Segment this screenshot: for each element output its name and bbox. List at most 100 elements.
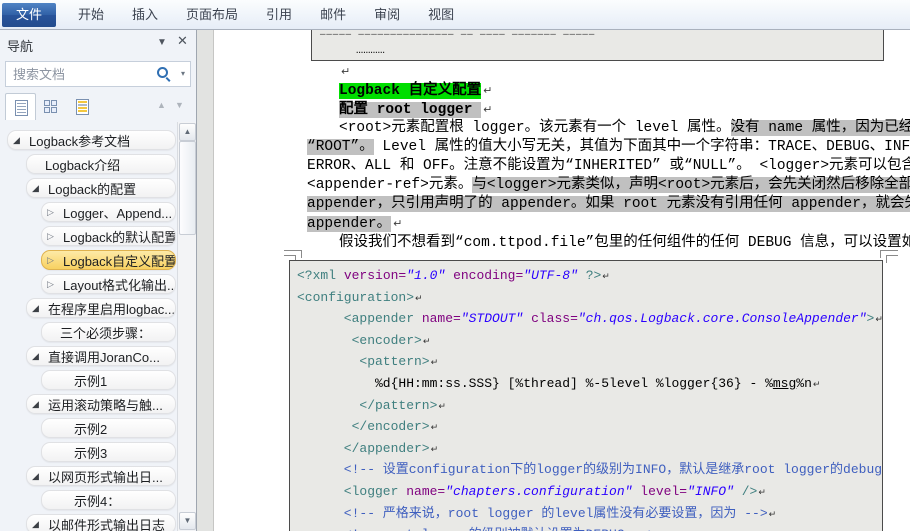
document-page[interactable]: ───── ─────────────── ── ──── ─────── ──… [213,30,910,531]
scrollbar-thumb[interactable] [179,141,196,235]
body-text-line: “ROOT”。 Level 属性的值大小写无关，其值为下面其中一个字符串：TRA… [307,138,910,157]
nav-tree-item[interactable]: 示例4： [41,490,176,510]
scroll-up-icon[interactable]: ▲ [179,123,196,141]
tab-browse-pages[interactable] [36,93,67,120]
tag-token: <logger [344,484,406,499]
search-icon[interactable] [157,67,168,78]
text-segment: appender，只引用声明了的 appender。如果 root 元素没有引用… [307,196,910,212]
ribbon-tab-7[interactable]: 视图 [414,2,468,28]
body-text-line: ERROR、ALL 和 OFF。注意不能设置为“INHERITED” 或“NUL… [307,157,910,176]
nav-tree-item[interactable]: ◢以邮件形式输出日志 [26,514,176,531]
nav-item-label: Layout格式化输出... [61,275,175,294]
nav-tree-item[interactable]: ▷Layout格式化输出... [41,274,176,294]
tag-token: /> [734,484,757,499]
eol-mark: ↵ [768,510,777,520]
nav-tree-item[interactable]: ▷Logger、Append... [41,202,176,222]
text-segment: <root>元素配置根 logger。该元素有一个 level 属性。 [339,120,731,136]
tab-browse-headings[interactable] [5,93,36,120]
expand-icon[interactable]: ▷ [42,231,61,242]
collapse-icon[interactable]: ◢ [27,471,46,482]
collapse-icon[interactable]: ◢ [27,303,46,314]
nav-tree-item[interactable]: 三个必须步骤： [41,322,176,342]
ribbon-tab-3[interactable]: 页面布局 [172,2,252,28]
eol-mark: ↵ [414,294,423,304]
nav-tree-item[interactable]: ◢在程序里启用logbac... [26,298,176,318]
expand-icon[interactable]: ▷ [42,279,61,290]
nav-tree-item[interactable]: ◢直接调用JoranCo... [26,346,176,366]
val-token: "INFO" [687,484,734,499]
tab-browse-results[interactable] [67,93,98,120]
nav-tree-item[interactable]: ◢运用滚动策略与触... [26,394,176,414]
text-segment: ERROR、ALL 和 OFF。注意不能设置为“INHERITED” 或“NUL… [307,158,910,174]
tag-token: <pattern> [359,354,429,369]
search-box[interactable]: ▾ [5,61,191,87]
tag-token: <encoder> [352,333,422,348]
pilcrow-mark: ↵ [339,65,350,78]
nav-item-label: Logback的默认配置 [61,227,175,246]
nav-item-label: 示例3 [42,443,107,462]
pilcrow-mark: ↵ [481,84,492,97]
code-line: <appender name="STDOUT" class="ch.qos.Lo… [290,309,882,331]
expand-icon[interactable]: ▷ [42,207,61,218]
nav-item-label: 以网页形式输出日... [46,467,163,486]
nav-item-label: Logback介绍 [27,155,120,174]
ribbon-tab-4[interactable]: 引用 [252,2,306,28]
xml-code-block: <?xml version="1.0" encoding="UTF-8" ?>↵… [289,260,883,531]
text-segment: <appender-ref>元素。 [307,177,472,193]
body-text-line: 假设我们不想看到“com.ttpod.file”包里的任何组件的任何 DEBUG… [307,233,910,252]
nav-item-label: Logback参考文档 [27,131,130,150]
collapse-icon[interactable]: ◢ [27,351,46,362]
collapse-icon[interactable]: ◢ [8,135,27,146]
results-icon [76,99,89,115]
body-text-line: ↵ [307,62,910,81]
nav-tree-item[interactable]: ▷Logback自定义配置 [41,250,176,270]
search-options-caret-icon[interactable]: ▾ [181,69,185,78]
pane-options-icon[interactable]: ▼ [157,37,167,49]
nav-tree-scrollbar[interactable]: ▲ ▼ [177,122,196,531]
collapse-icon[interactable]: ◢ [27,519,46,530]
text-segment: Level 属性的值大小写无关，其值为下面其中一个字符串：TRACE、DEBUG… [374,139,910,155]
nav-tree-item[interactable]: ◢Logback的配置 [26,178,176,198]
val-token: "1.0" [406,268,445,283]
nav-tree-item[interactable]: ▷Logback的默认配置 [41,226,176,246]
previous-heading-icon[interactable]: ▲ [157,100,166,110]
ribbon-tabs: 开始插入页面布局引用邮件审阅视图 [64,2,468,28]
nav-item-label: 示例1 [42,371,107,390]
nav-tree-item[interactable]: ◢以网页形式输出日... [26,466,176,486]
nav-tree-item[interactable]: 示例2 [41,418,176,438]
search-input[interactable] [11,64,145,84]
next-heading-icon[interactable]: ▼ [175,100,184,110]
heading-custom-config: Logback 自定义配置 [339,83,481,99]
eol-mark: ↵ [601,272,610,282]
code-line: </appender>↵ [290,439,882,461]
comment-token: <!-- 严格来说，root logger 的level属性没有必要设置，因为 … [344,506,768,521]
file-tab[interactable]: 文件 [2,3,56,27]
collapse-icon[interactable]: ◢ [27,183,46,194]
navigation-pane: 导航 ▼ ✕ ▾ ▲ ▼ ◢Logback参考文档Logback介绍◢Logba… [0,30,197,531]
eol-mark: ↵ [422,337,431,347]
scroll-down-icon[interactable]: ▼ [179,512,196,530]
text-segment: appender。 [307,216,391,232]
body-text: ↵Logback 自定义配置↵配置 root logger ↵<root>元素配… [307,62,910,252]
nav-tree-item[interactable]: Logback介绍 [26,154,176,174]
code-line: <pattern>↵ [290,352,882,374]
ribbon-tab-row: 文件 开始插入页面布局引用邮件审阅视图 [0,0,910,30]
nav-item-label: 示例2 [42,419,107,438]
word-window: 文件 开始插入页面布局引用邮件审阅视图 导航 ▼ ✕ ▾ ▲ ▼ ◢Logbac… [0,0,910,531]
text-segment: 没有 name 属性，因为已经被命名为 [731,120,910,136]
nav-tree-item[interactable]: 示例3 [41,442,176,462]
expand-icon[interactable]: ▷ [42,255,61,266]
ribbon-tab-6[interactable]: 审阅 [360,2,414,28]
code-line: <logger name="chapters.configuration" le… [290,482,882,504]
code-line: </encoder>↵ [290,417,882,439]
attr-token: name= [422,311,461,326]
code-line: </pattern>↵ [290,396,882,418]
nav-tree-item[interactable]: 示例1 [41,370,176,390]
nav-tree-item[interactable]: ◢Logback参考文档 [7,130,176,150]
body-text-line: <appender-ref>元素。与<logger>元素类似，声明<root>元… [307,176,910,195]
close-pane-icon[interactable]: ✕ [177,35,188,47]
collapse-icon[interactable]: ◢ [27,399,46,410]
ribbon-tab-5[interactable]: 邮件 [306,2,360,28]
ribbon-tab-1[interactable]: 开始 [64,2,118,28]
ribbon-tab-2[interactable]: 插入 [118,2,172,28]
